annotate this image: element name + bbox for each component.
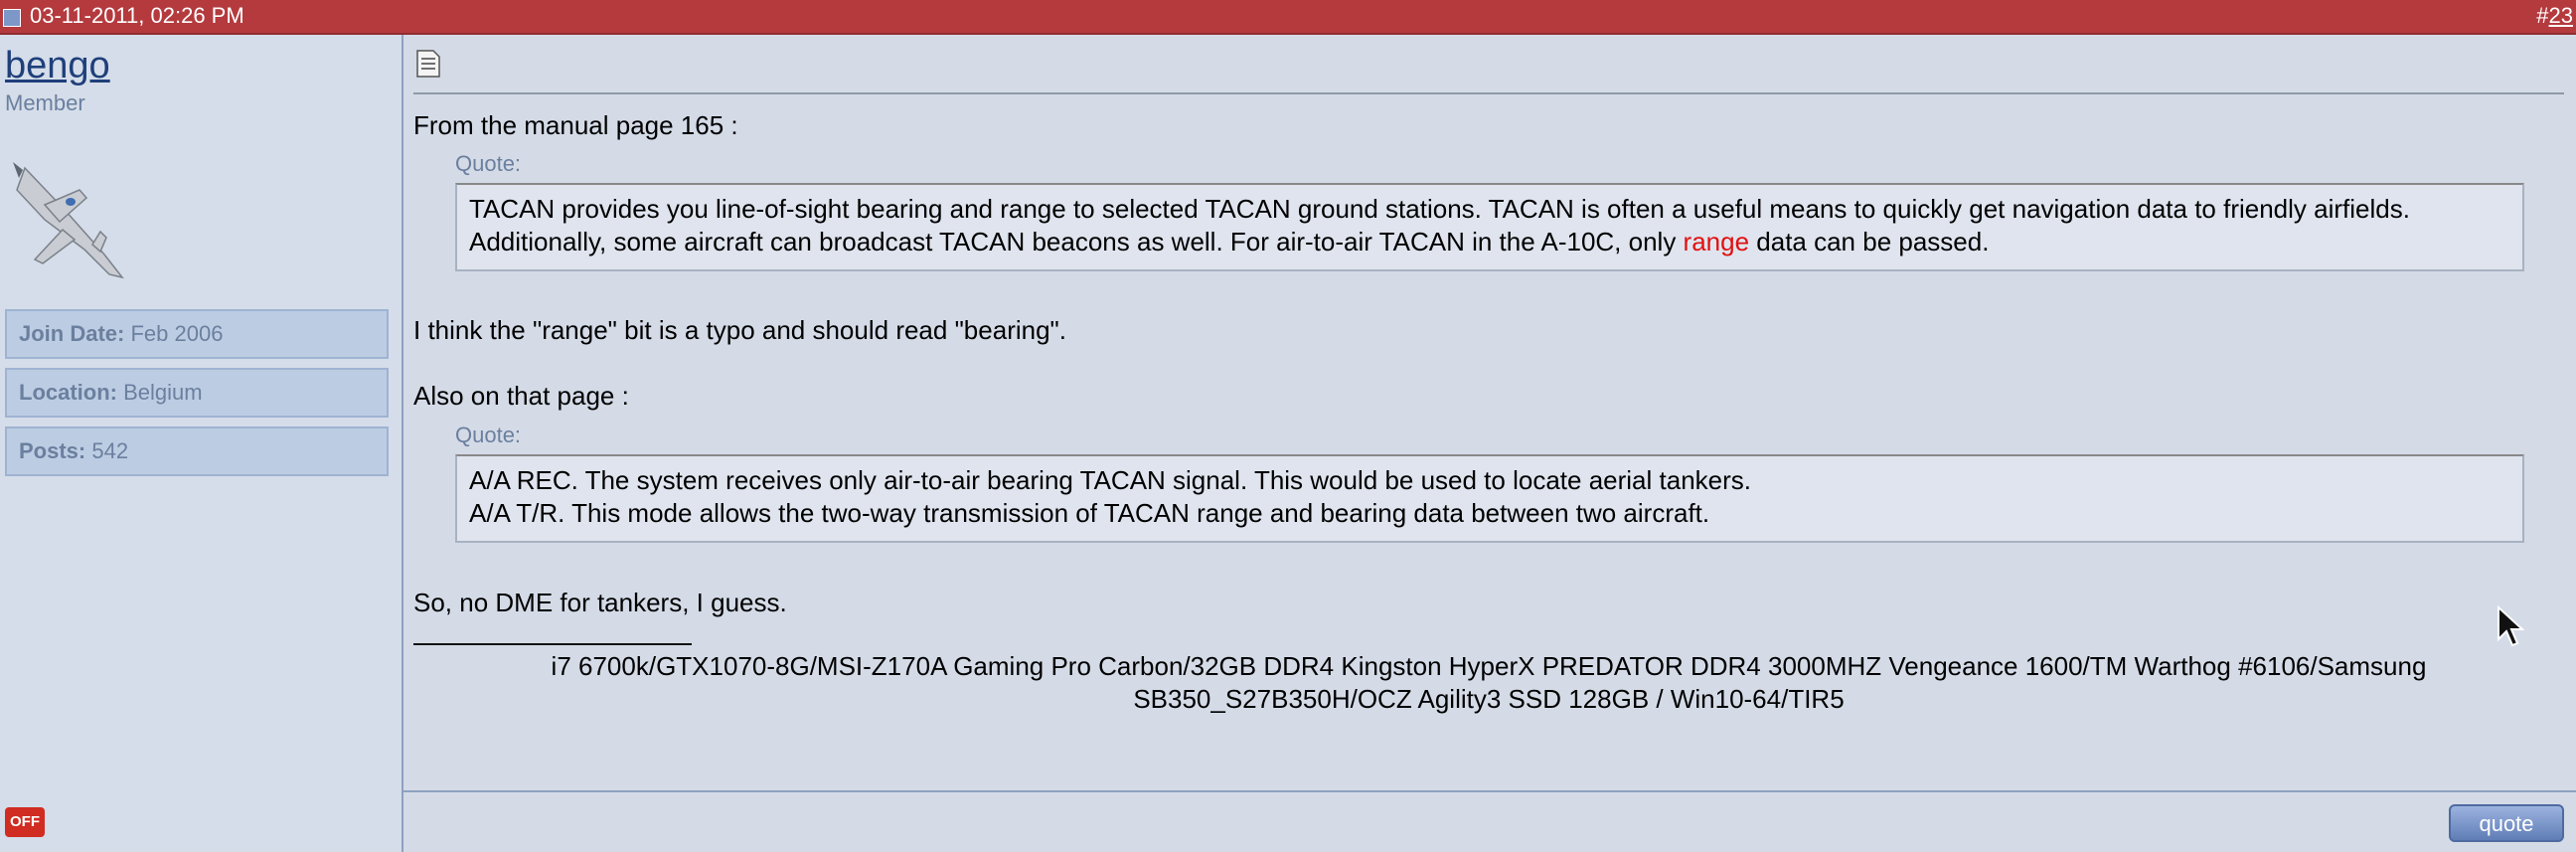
- join-date-label: Join Date:: [19, 321, 125, 346]
- posts-info: Posts: 542: [5, 426, 389, 476]
- location-value: Belgium: [123, 380, 203, 405]
- quote1-text-end: data can be passed.: [1749, 227, 1990, 256]
- post-number-link[interactable]: 23: [2549, 3, 2573, 28]
- location-info: Location: Belgium: [5, 368, 389, 418]
- quote1-highlight: range: [1683, 227, 1750, 256]
- quote-label-2: Quote:: [455, 423, 522, 447]
- quote-button[interactable]: quote: [2449, 804, 2564, 842]
- post-hash: #: [2536, 3, 2549, 28]
- signature: i7 6700k/GTX1070-8G/MSI-Z170A Gaming Pro…: [551, 651, 2427, 714]
- quote2-line-1: A/A REC. The system receives only air-to…: [469, 465, 1751, 495]
- join-date-value: Feb 2006: [130, 321, 224, 346]
- post-line-typo: I think the "range" bit is a typo and sh…: [413, 315, 1066, 345]
- signature-separator: [413, 643, 692, 645]
- post-date: 03-11-2011, 02:26 PM: [30, 3, 244, 28]
- offline-status-badge: OFF: [5, 807, 45, 837]
- post-number: #23: [2536, 3, 2573, 29]
- posts-label: Posts:: [19, 438, 86, 463]
- join-date-info: Join Date: Feb 2006: [5, 309, 389, 359]
- post-header-bar: 03-11-2011, 02:26 PM #23: [0, 0, 2576, 35]
- username-link[interactable]: bengo: [5, 45, 110, 87]
- post-line-dme: So, no DME for tankers, I guess.: [413, 588, 787, 617]
- post-title-separator: [413, 92, 2564, 94]
- user-sidebar: bengo Member Join Date: Feb 2006 Locatio…: [0, 35, 403, 852]
- quote2-line-2: A/A T/R. This mode allows the two-way tr…: [469, 498, 1710, 528]
- posts-value: 542: [91, 438, 129, 463]
- document-icon: [416, 50, 440, 78]
- post-icon: [3, 9, 21, 27]
- post-footer: quote: [403, 792, 2576, 852]
- quote1-text: TACAN provides you line-of-sight bearing…: [469, 194, 2410, 256]
- quote-block-2: A/A REC. The system receives only air-to…: [455, 454, 2524, 543]
- post-content: From the manual page 165 : Quote: TACAN …: [403, 35, 2576, 792]
- mouse-cursor-icon: [2497, 605, 2524, 647]
- location-label: Location:: [19, 380, 117, 405]
- user-title: Member: [5, 90, 85, 115]
- quote-block-1: TACAN provides you line-of-sight bearing…: [455, 183, 2524, 271]
- post-line-also: Also on that page :: [413, 381, 629, 411]
- quote-label: Quote:: [455, 151, 522, 176]
- avatar[interactable]: [5, 150, 139, 284]
- post-intro: From the manual page 165 :: [413, 110, 738, 140]
